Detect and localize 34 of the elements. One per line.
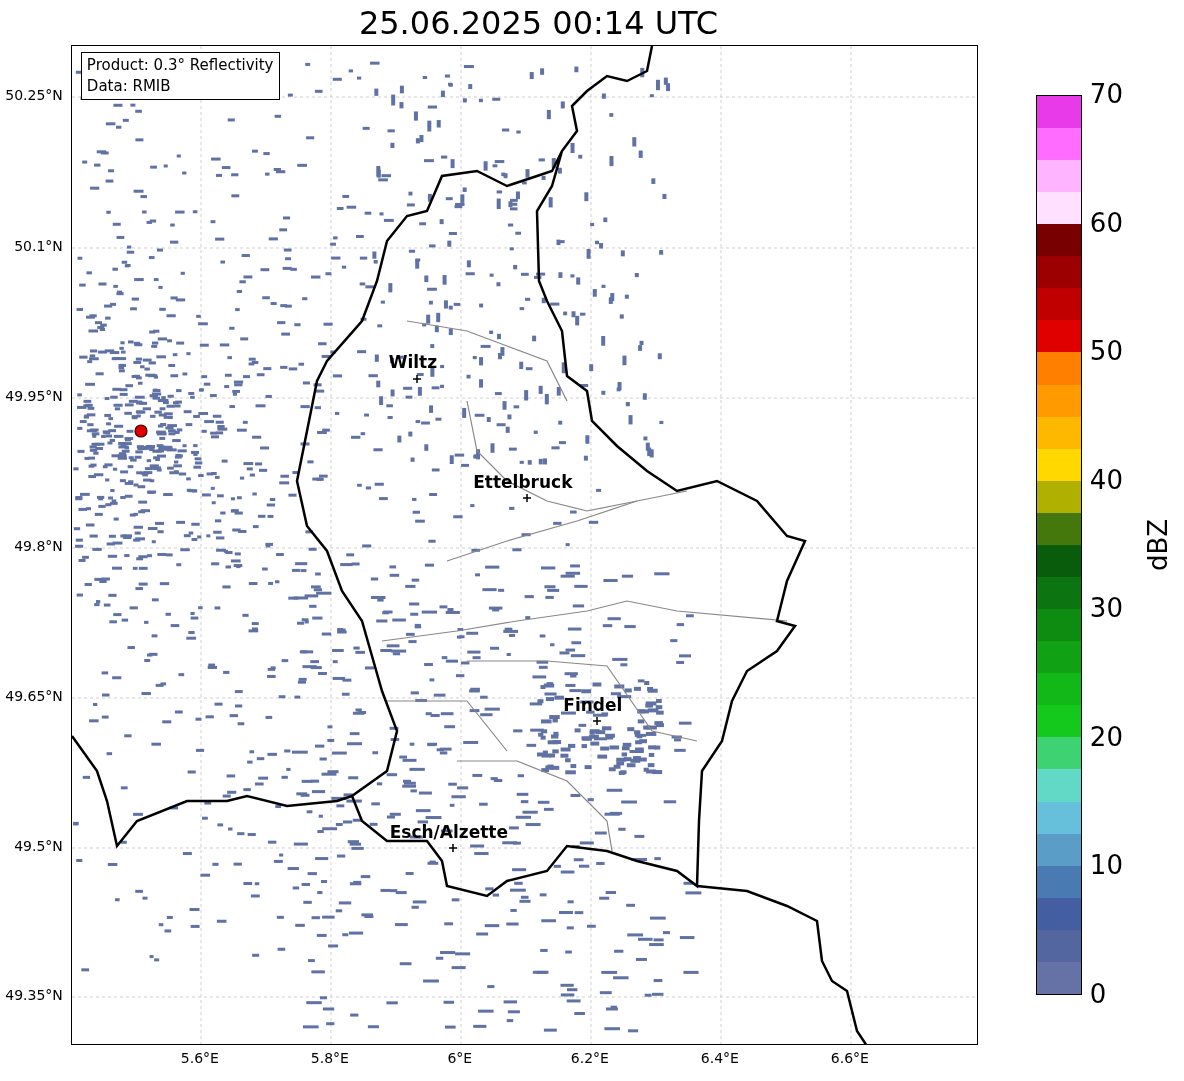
plot-title: 25.06.2025 00:14 UTC: [358, 6, 719, 39]
info-text: Data: RMIB: [86, 76, 172, 97]
colorbar-tick-label: 70: [1089, 81, 1123, 107]
axis-tick-label: 49.5°N: [14, 839, 63, 853]
colorbar-tick-label: 30: [1089, 595, 1123, 622]
axis-tick-label: 49.65°N: [5, 689, 63, 703]
city-marker-icon: [448, 843, 458, 853]
city-marker-icon: [412, 374, 422, 384]
axis-tick-label: 6°E: [447, 1051, 473, 1065]
axis-tick-label: 49.8°N: [14, 539, 63, 553]
colorbar-tick-label: 0: [1089, 981, 1107, 1007]
radar-site-icon: [134, 424, 148, 438]
axis-tick-label: 5.6°E: [180, 1051, 219, 1065]
colorbar-tick-label: 50: [1089, 338, 1123, 365]
axis-tick-label: 6.6°E: [830, 1051, 869, 1065]
city-label: Ettelbruck: [473, 474, 573, 491]
axis-tick-label: 50.25°N: [5, 88, 63, 102]
colorbar-tick-label: 10: [1089, 852, 1123, 879]
axis-tick-label: 49.95°N: [5, 389, 63, 403]
colorbar-tick-label: 40: [1089, 466, 1123, 493]
city-label: Findel: [563, 697, 623, 714]
axis-tick-label: 6.2°E: [570, 1051, 609, 1065]
axis-tick-label: 5.8°E: [310, 1051, 349, 1065]
axis-tick-label: 50.1°N: [14, 239, 63, 253]
city-marker-icon: [522, 493, 532, 503]
axis-tick-label: 6.4°E: [700, 1051, 739, 1065]
colorbar-tick-label: 60: [1089, 209, 1123, 236]
city-label: Esch/Alzette: [389, 824, 508, 841]
city-marker-icon: [592, 716, 602, 726]
colorbar-label: dBZ: [1144, 518, 1171, 572]
axis-tick-label: 49.35°N: [5, 988, 63, 1002]
info-text: Product: 0.3° Reflectivity: [86, 55, 274, 76]
city-label: Wiltz: [388, 354, 438, 371]
colorbar-tick-label: 20: [1089, 723, 1123, 750]
